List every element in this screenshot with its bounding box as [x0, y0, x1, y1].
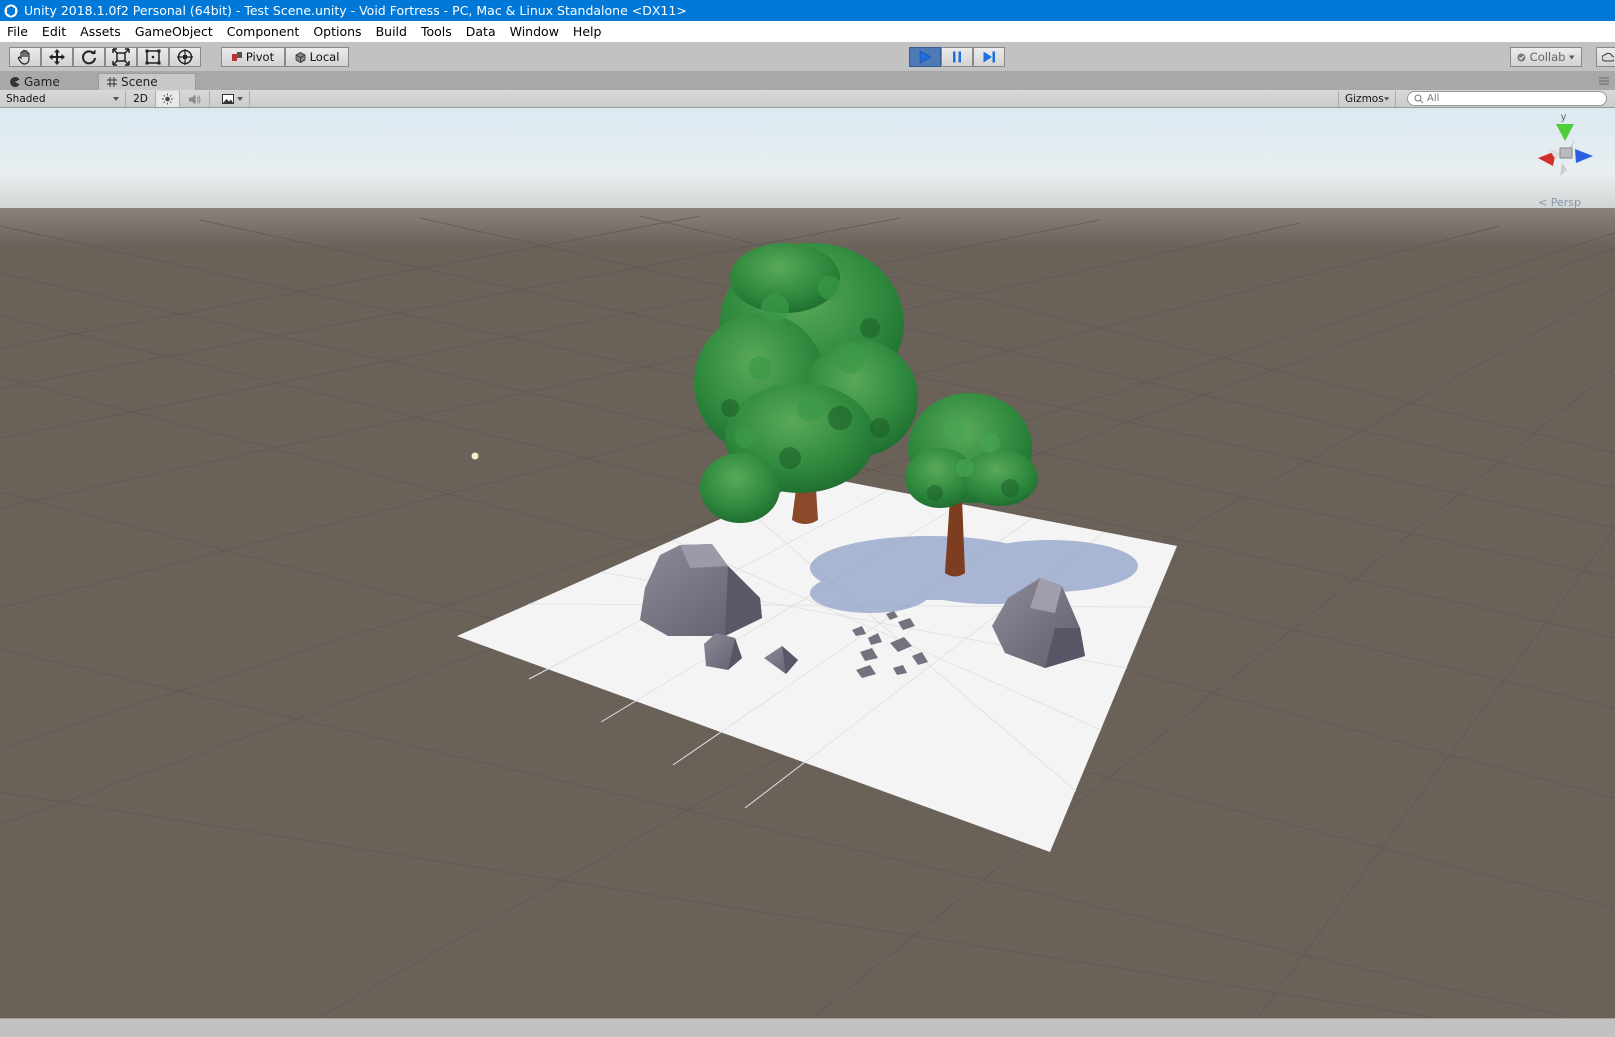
collab-label: Collab — [1529, 50, 1566, 64]
chevron-down-icon — [237, 97, 243, 101]
pacman-icon — [10, 76, 20, 87]
chevron-down-icon — [1569, 55, 1575, 59]
main-toolbar: Pivot Local Collab — [0, 42, 1615, 72]
rotate-tool-icon — [82, 49, 96, 65]
2d-toggle[interactable]: 2D — [126, 91, 156, 107]
grid-hash-icon — [107, 77, 117, 87]
menu-options[interactable]: Options — [306, 24, 368, 39]
speaker-icon — [188, 94, 200, 104]
directional-light-icon[interactable] — [471, 452, 479, 460]
status-bar — [0, 1018, 1615, 1037]
menu-tools[interactable]: Tools — [414, 24, 459, 39]
scene-viewport[interactable]: y < Persp — [0, 108, 1615, 1018]
local-toggle[interactable]: Local — [285, 47, 349, 67]
pivot-label: Pivot — [245, 50, 275, 64]
step-icon — [983, 51, 995, 63]
image-icon — [222, 94, 234, 104]
hierarchy-search-input[interactable]: All — [1407, 91, 1607, 106]
gizmo-axis-y: y — [1561, 112, 1566, 123]
move-tool-button[interactable] — [41, 47, 73, 67]
checkmark-icon — [1517, 53, 1526, 61]
play-icon — [919, 50, 932, 64]
pivot-icon — [231, 52, 242, 61]
chevron-left-icon: < — [1538, 196, 1548, 209]
move-tool-icon — [49, 49, 65, 65]
horizon-fog — [0, 208, 1615, 248]
projection-toggle[interactable]: < Persp — [1538, 196, 1581, 209]
scene-toolbar: Shaded 2D Gizmos All — [0, 90, 1615, 108]
cloud-icon — [1602, 52, 1614, 62]
tab-scene[interactable]: Scene — [98, 73, 196, 90]
search-icon — [1414, 94, 1424, 103]
menu-gameobject[interactable]: GameObject — [128, 24, 220, 39]
gizmos-dropdown[interactable]: Gizmos — [1338, 91, 1396, 107]
rect-tool-button[interactable] — [137, 47, 169, 67]
rect-tool-icon — [145, 49, 161, 65]
draw-mode-label: Shaded — [6, 93, 46, 105]
hand-tool-icon — [17, 49, 30, 65]
menu-data[interactable]: Data — [459, 24, 503, 39]
lighting-toggle[interactable] — [156, 91, 180, 107]
projection-label: Persp — [1550, 196, 1581, 209]
transform-tool-button[interactable] — [169, 47, 201, 67]
menu-file[interactable]: File — [0, 24, 35, 39]
pause-icon — [953, 51, 961, 63]
window-title: Unity 2018.1.0f2 Personal (64bit) - Test… — [24, 3, 687, 18]
local-cube-icon — [295, 51, 305, 63]
step-button[interactable] — [973, 47, 1005, 67]
menu-assets[interactable]: Assets — [73, 24, 128, 39]
menu-window[interactable]: Window — [503, 24, 566, 39]
tab-scene-label: Scene — [121, 75, 158, 89]
collab-button[interactable]: Collab — [1510, 47, 1582, 67]
2d-label: 2D — [133, 93, 148, 105]
unity-logo-icon — [4, 4, 18, 18]
view-tabs: Game Scene — [0, 72, 1615, 90]
pause-button[interactable] — [941, 47, 973, 67]
play-button[interactable] — [909, 47, 941, 67]
gizmos-label: Gizmos — [1345, 93, 1384, 105]
tab-game-label: Game — [24, 74, 60, 89]
menu-component[interactable]: Component — [220, 24, 307, 39]
scene-render[interactable]: y — [0, 108, 1615, 1018]
effects-dropdown[interactable] — [216, 91, 250, 107]
hand-tool-button[interactable] — [9, 47, 41, 67]
transform-tool-icon — [177, 49, 193, 65]
pivot-toggle[interactable]: Pivot — [221, 47, 285, 67]
scale-tool-button[interactable] — [105, 47, 137, 67]
title-bar: Unity 2018.1.0f2 Personal (64bit) - Test… — [0, 0, 1615, 21]
tab-game[interactable]: Game — [2, 73, 97, 90]
search-placeholder: All — [1427, 93, 1440, 104]
scale-tool-icon — [112, 48, 130, 66]
sun-icon — [162, 93, 173, 105]
menu-build[interactable]: Build — [369, 24, 414, 39]
window-menu-icon[interactable] — [1599, 77, 1609, 85]
menu-bar: File Edit Assets GameObject Component Op… — [0, 21, 1615, 42]
cloud-button[interactable] — [1596, 47, 1615, 67]
draw-mode-dropdown[interactable]: Shaded — [0, 91, 126, 107]
menu-edit[interactable]: Edit — [35, 24, 73, 39]
audio-toggle[interactable] — [180, 91, 210, 107]
menu-help[interactable]: Help — [566, 24, 609, 39]
chevron-down-icon — [1383, 97, 1389, 101]
chevron-down-icon — [113, 97, 119, 101]
rotate-tool-button[interactable] — [73, 47, 105, 67]
local-label: Local — [309, 50, 340, 64]
